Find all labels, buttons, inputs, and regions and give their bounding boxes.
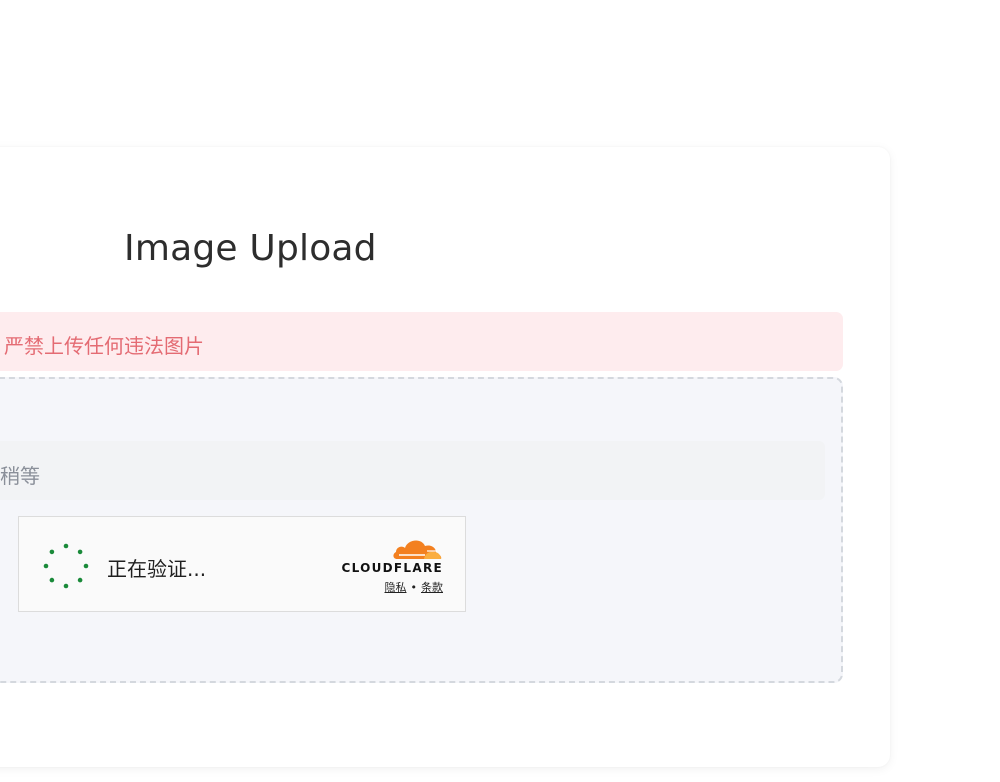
privacy-link[interactable]: 隐私 [385,581,407,594]
loading-spinner-icon [43,543,89,589]
cloudflare-brand: CLOUDFLARE [341,561,443,575]
warning-alert-text: 严禁上传任何违法图片 [4,334,204,358]
link-separator: • [410,581,418,594]
cloudflare-turnstile-widget[interactable]: 正在验证... CLOUDFLARE 隐私 • 条款 [18,516,466,612]
turnstile-links: 隐私 • 条款 [385,579,444,595]
terms-link[interactable]: 条款 [421,581,443,594]
verification-status-text: 正在验证... [107,557,207,581]
warning-alert: 严禁上传任何违法图片 [0,312,843,371]
page-title: Image Upload [124,228,377,269]
upload-status-text: 请稍等 [0,464,40,488]
cloudflare-cloud-icon [393,540,442,559]
upload-status-bar: 请稍等 [0,441,825,500]
page: Image Upload 严禁上传任何违法图片 请稍等 正在验证... [0,0,1000,782]
